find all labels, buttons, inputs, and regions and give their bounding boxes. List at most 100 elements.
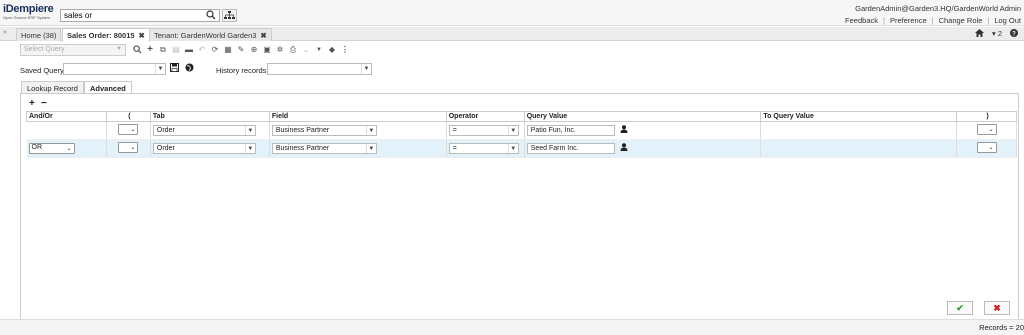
tab-label: Home (38) [21, 31, 57, 40]
tag-icon[interactable]: ◆ [327, 44, 337, 55]
chevron-down-icon[interactable]: ▼ [361, 64, 371, 74]
operator-cell: = ▼ [446, 121, 525, 140]
zoom-icon[interactable]: ⊕ [249, 44, 259, 55]
tab-home[interactable]: Home (38) [16, 28, 62, 41]
andor-cell: OR ⌄ [26, 139, 107, 158]
home-icon[interactable] [974, 29, 984, 39]
query-value-field[interactable]: Seed Farm Inc. [526, 143, 615, 154]
tab-tenant[interactable]: Tenant: GardenWorld Garden3 ✖ [149, 28, 272, 41]
logo-subtext: Open Source ERP System [3, 15, 51, 20]
close-icon[interactable]: ✖ [139, 31, 145, 40]
advanced-query-panel: + − And/Or ( Tab Field Operator Query Va… [20, 93, 1019, 320]
save-icon[interactable] [170, 63, 181, 75]
col-header-field: Field [268, 111, 447, 122]
check-icon: ✔ [956, 302, 964, 313]
add-row-icon[interactable]: + [29, 98, 35, 109]
tab-combobox[interactable]: Order ▼ [152, 143, 256, 154]
to-query-value-cell [760, 121, 958, 140]
copy-icon[interactable]: ⧉ [158, 44, 168, 55]
field-combobox[interactable]: Business Partner ▼ [271, 143, 377, 154]
history-records-label: History records [216, 66, 267, 75]
chevron-down-icon[interactable]: ▼ [244, 144, 255, 153]
globe-icon[interactable] [185, 63, 196, 75]
window-toolbar: Select Query ▼ + ⧉ ▤ ▬ ↶ ⟳ ▦ ✎ ⊕ ▣ ✲ ⎙ ⌄… [0, 42, 1024, 58]
chevron-down-icon[interactable]: ▼ [507, 144, 518, 153]
chevron-icon[interactable]: ▼ [314, 44, 324, 55]
tab-sales-order[interactable]: Sales Order: 80015 ✖ [62, 28, 150, 42]
grid-toggle-icon[interactable]: ▦ [223, 44, 233, 55]
logout-link[interactable]: Log Out [994, 16, 1021, 25]
operator-combobox[interactable]: = ▼ [448, 143, 519, 154]
attachment-icon[interactable]: ✎ [236, 44, 246, 55]
query-value-cell: Seed Farm Inc. [524, 139, 762, 158]
col-header-to-query-value: To Query Value [760, 111, 958, 122]
delete-icon[interactable]: ▤ [171, 44, 181, 55]
undo-icon[interactable]: ↶ [197, 44, 207, 55]
col-header-tab: Tab [149, 111, 270, 122]
close-icon: ✖ [993, 302, 1001, 313]
remove-row-icon[interactable]: − [41, 98, 47, 109]
to-query-value-cell [760, 139, 958, 158]
query-grid: And/Or ( Tab Field Operator Query Value … [26, 111, 1017, 158]
chevron-down-icon[interactable]: ▼ [244, 126, 255, 135]
more-icon[interactable]: ⋮ [340, 44, 350, 55]
history-records-combobox[interactable]: ▼ [267, 63, 372, 75]
query-value-cell: Patio Fun, Inc. [524, 121, 762, 140]
print-icon[interactable]: ⎙ [288, 44, 298, 55]
chevron-down-icon[interactable]: ▼ [365, 144, 376, 153]
preference-link[interactable]: Preference [890, 16, 927, 25]
svg-text:?: ? [1012, 31, 1016, 37]
select-query-dropdown[interactable]: Select Query ▼ [20, 44, 126, 56]
search-icon[interactable] [206, 10, 218, 21]
tab-cell: Order ▼ [150, 139, 270, 158]
report-icon[interactable]: ▣ [262, 44, 272, 55]
close-icon[interactable]: ✖ [260, 31, 266, 40]
cancel-button[interactable]: ✖ [984, 301, 1010, 315]
tab-label: Lookup Record [27, 84, 78, 93]
help-icon[interactable]: ? [1010, 29, 1018, 39]
user-info: GardenAdmin@Garden3.HQ/GardenWorld Admin [855, 4, 1021, 13]
col-header-open-paren: ( [105, 111, 151, 122]
tab-combobox[interactable]: Order ▼ [152, 125, 256, 136]
settings-icon[interactable]: ✲ [275, 44, 285, 55]
expand-sidebar-icon[interactable]: » [3, 29, 7, 36]
close-paren-select[interactable]: ⌄ [976, 124, 997, 135]
refresh-icon[interactable]: ⟳ [210, 44, 220, 55]
select-query-placeholder: Select Query [24, 46, 65, 53]
ok-button[interactable]: ✔ [947, 301, 973, 315]
user-icon[interactable] [620, 125, 628, 135]
logo-text: iDempiere [3, 3, 54, 15]
chevron-down-icon[interactable]: ▼ [155, 64, 165, 74]
tab-label: Tenant: GardenWorld Garden3 [154, 31, 257, 40]
close-paren-select[interactable]: ⌄ [976, 142, 997, 153]
global-search-input[interactable] [61, 10, 207, 21]
chevron-down-icon: ▼ [116, 46, 122, 52]
arrow-icon[interactable]: ⌄ [301, 44, 311, 55]
new-icon[interactable]: + [145, 44, 155, 55]
app-logo[interactable]: iDempiere Open Source ERP System [3, 4, 57, 22]
open-paren-select[interactable]: ⌄ [118, 124, 139, 135]
query-value-field[interactable]: Patio Fun, Inc. [526, 125, 615, 136]
operator-combobox[interactable]: = ▼ [448, 125, 519, 136]
operator-cell: = ▼ [446, 139, 525, 158]
table-row[interactable]: ⌄ Order ▼ Business Partner ▼ = ▼ Patio Fun,… [26, 121, 1017, 140]
field-combobox[interactable]: Business Partner ▼ [271, 125, 377, 136]
chevron-down-icon[interactable]: ▼ [507, 126, 518, 135]
table-row[interactable]: OR ⌄ ⌄ Order ▼ Business Partner ▼ = ▼ Seed F… [26, 139, 1017, 158]
andor-select[interactable]: OR ⌄ [28, 143, 75, 154]
saved-query-combobox[interactable]: ▼ [63, 63, 166, 75]
change-role-link[interactable]: Change Role [939, 16, 983, 25]
chevron-down-icon: ⌄ [66, 146, 72, 152]
feedback-link[interactable]: Feedback [845, 16, 878, 25]
menu-tree-button[interactable] [222, 9, 237, 22]
tab-lookup-record[interactable]: Lookup Record [21, 81, 84, 93]
field-cell: Business Partner ▼ [269, 121, 447, 140]
user-icon[interactable] [620, 143, 628, 153]
chevron-down-icon[interactable]: ▼ [365, 126, 376, 135]
open-paren-select[interactable]: ⌄ [118, 142, 139, 153]
search-icon[interactable] [132, 44, 142, 55]
minus-icon[interactable]: ▬ [184, 44, 194, 55]
col-header-andor: And/Or [26, 111, 107, 122]
col-header-close-paren: ) [956, 111, 1017, 122]
tab-list-dropdown[interactable]: ▾ 2 [992, 29, 1002, 39]
